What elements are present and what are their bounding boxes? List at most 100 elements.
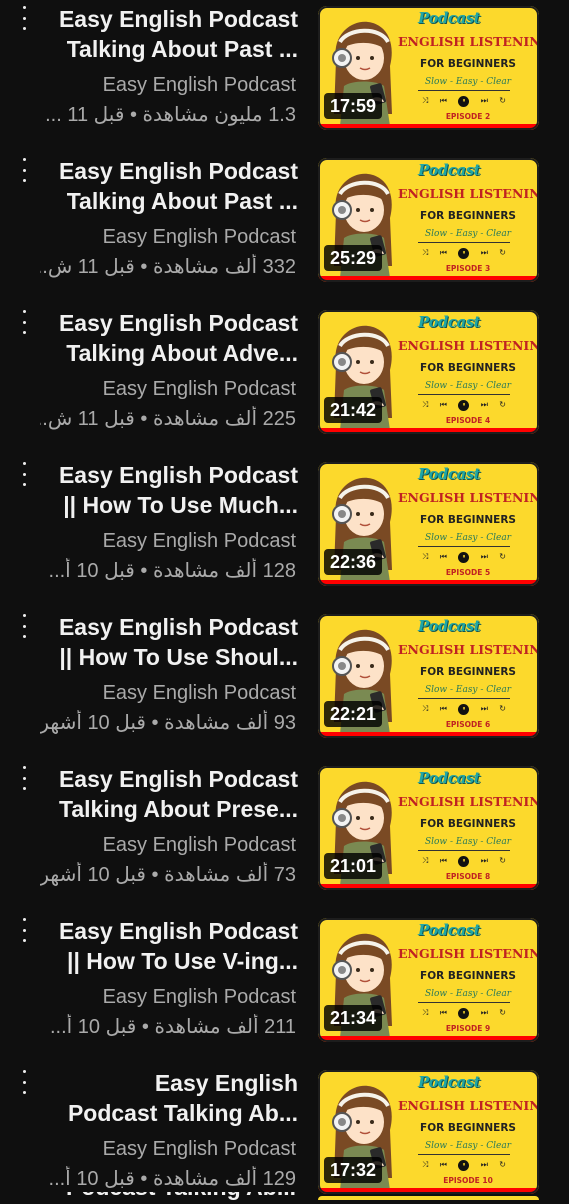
- channel-name[interactable]: Easy English Podcast: [44, 832, 296, 858]
- player-controls: ⤨ ⏮ ⏸ ⏭ ↻: [422, 1007, 506, 1019]
- next-icon: ⏭: [480, 400, 488, 409]
- video-thumbnail[interactable]: Podcast ENGLISH LISTENING FOR BEGINNERS …: [318, 6, 539, 130]
- video-item[interactable]: Easy English Podcast Talking About Adve.…: [0, 304, 569, 444]
- duration-badge: 21:34: [324, 1005, 383, 1031]
- pause-icon: ⏸: [458, 1159, 470, 1171]
- podcast-logo: Podcast: [418, 9, 481, 27]
- next-video-title-peek: Podcast Talking Ab...: [40, 1192, 296, 1200]
- video-thumbnail[interactable]: Podcast ENGLISH LISTENING FOR BEGINNERS …: [318, 766, 539, 890]
- channel-name[interactable]: Easy English Podcast: [44, 528, 296, 554]
- video-title[interactable]: Easy English Podcast Talking About Prese…: [44, 764, 298, 824]
- podcast-logo: Podcast: [418, 161, 481, 179]
- video-item[interactable]: Easy English Podcast Talking Ab... Easy …: [0, 1064, 569, 1204]
- thumbnail-subheading: FOR BEGINNERS: [420, 1122, 516, 1134]
- video-title[interactable]: Easy English Podcast Talking About Past …: [44, 4, 298, 64]
- shuffle-icon: ⤨: [422, 552, 429, 561]
- pause-icon: ⏸: [458, 703, 470, 715]
- player-controls: ⤨ ⏮ ⏸ ⏭ ↻: [422, 703, 506, 715]
- divider: [418, 90, 510, 91]
- more-options-icon[interactable]: [14, 614, 34, 638]
- previous-icon: ⏮: [439, 1008, 447, 1017]
- watch-progress-bar: [318, 276, 539, 282]
- episode-label: EPISODE 5: [445, 568, 491, 577]
- episode-label: EPISODE 2: [445, 112, 491, 121]
- player-controls: ⤨ ⏮ ⏸ ⏭ ↻: [422, 1159, 506, 1171]
- video-item[interactable]: Easy English Podcast Talking About Prese…: [0, 760, 569, 900]
- podcast-logo: Podcast: [418, 465, 481, 483]
- channel-name[interactable]: Easy English Podcast: [44, 72, 296, 98]
- divider: [418, 546, 510, 547]
- more-options-icon[interactable]: [14, 6, 34, 30]
- watch-progress-bar: [318, 580, 539, 586]
- podcast-logo: Podcast: [418, 313, 481, 331]
- channel-name[interactable]: Easy English Podcast: [44, 224, 296, 250]
- more-options-icon[interactable]: [14, 1070, 34, 1094]
- video-meta: 129 ألف مشاهدة • قبل 10 أ...: [48, 1168, 296, 1190]
- episode-label: EPISODE 10: [443, 1176, 493, 1185]
- thumbnail-tagline: Slow - Easy - Clear: [424, 533, 512, 543]
- channel-name[interactable]: Easy English Podcast: [44, 1136, 296, 1162]
- watch-progress-bar: [318, 884, 539, 890]
- video-item[interactable]: Easy English Podcast Talking About Past …: [0, 0, 569, 140]
- divider: [418, 394, 510, 395]
- video-thumbnail[interactable]: Podcast ENGLISH LISTENING FOR BEGINNERS …: [318, 310, 539, 434]
- repeat-icon: ↻: [499, 704, 506, 713]
- video-title[interactable]: Easy English Podcast || How To Use V-ing…: [44, 916, 298, 976]
- channel-name[interactable]: Easy English Podcast: [44, 376, 296, 402]
- video-meta: 1.3 مليون مشاهدة • قبل 11 ...: [45, 104, 296, 126]
- more-options-icon[interactable]: [14, 918, 34, 942]
- shuffle-icon: ⤨: [422, 248, 429, 257]
- video-item[interactable]: Easy English Podcast || How To Use V-ing…: [0, 912, 569, 1052]
- video-title[interactable]: Easy English Podcast Talking Ab...: [44, 1068, 298, 1128]
- thumbnail-heading: ENGLISH LISTENING: [398, 490, 539, 505]
- pause-icon: ⏸: [458, 1007, 470, 1019]
- next-icon: ⏭: [480, 1160, 488, 1169]
- divider: [418, 850, 510, 851]
- video-thumbnail[interactable]: Podcast ENGLISH LISTENING FOR BEGINNERS …: [318, 1070, 539, 1194]
- video-thumbnail[interactable]: Podcast ENGLISH LISTENING FOR BEGINNERS …: [318, 614, 539, 738]
- player-controls: ⤨ ⏮ ⏸ ⏭ ↻: [422, 247, 506, 259]
- video-title[interactable]: Easy English Podcast Talking About Past …: [44, 156, 298, 216]
- shuffle-icon: ⤨: [422, 1008, 429, 1017]
- video-item[interactable]: Easy English Podcast || How To Use Shoul…: [0, 608, 569, 748]
- video-thumbnail[interactable]: Podcast ENGLISH LISTENING FOR BEGINNERS …: [318, 918, 539, 1042]
- video-title-line: || How To Use V-ing...: [67, 948, 298, 974]
- video-meta: 93 ألف مشاهدة • قبل 10 أشهر: [40, 712, 296, 734]
- video-thumbnail[interactable]: Podcast ENGLISH LISTENING FOR BEGINNERS …: [318, 462, 539, 586]
- video-title[interactable]: Easy English Podcast Talking About Adve.…: [44, 308, 298, 368]
- watch-progress-bar: [318, 732, 539, 738]
- pause-icon: ⏸: [458, 855, 470, 867]
- video-meta: 211 ألف مشاهدة • قبل 10 أ...: [50, 1016, 296, 1038]
- video-thumbnail[interactable]: Podcast ENGLISH LISTENING FOR BEGINNERS …: [318, 158, 539, 282]
- video-item[interactable]: Easy English Podcast Talking About Past …: [0, 152, 569, 292]
- video-title-line: Easy English Podcast: [58, 918, 298, 944]
- more-options-icon[interactable]: [14, 766, 34, 790]
- thumbnail-subheading: FOR BEGINNERS: [420, 818, 516, 830]
- podcast-logo: Podcast: [418, 921, 481, 939]
- thumbnail-tagline: Slow - Easy - Clear: [424, 685, 512, 695]
- video-title-line: Easy English Podcast: [58, 462, 298, 488]
- repeat-icon: ↻: [499, 400, 506, 409]
- watch-progress-bar: [318, 428, 539, 434]
- repeat-icon: ↻: [499, 1008, 506, 1017]
- video-item[interactable]: Easy English Podcast || How To Use Much.…: [0, 456, 569, 596]
- video-title-line: Podcast Talking Ab...: [67, 1100, 298, 1126]
- repeat-icon: ↻: [499, 1160, 506, 1169]
- more-options-icon[interactable]: [14, 462, 34, 486]
- video-meta: 225 ألف مشاهدة • قبل 11 ش...: [40, 408, 296, 430]
- shuffle-icon: ⤨: [422, 1160, 429, 1169]
- video-title-line: Easy English: [154, 1070, 298, 1096]
- episode-label: EPISODE 4: [445, 416, 491, 425]
- more-options-icon[interactable]: [14, 310, 34, 334]
- video-title-line: Talking About Past ...: [66, 188, 298, 214]
- video-title[interactable]: Easy English Podcast || How To Use Shoul…: [44, 612, 298, 672]
- more-options-icon[interactable]: [14, 158, 34, 182]
- duration-badge: 17:32: [324, 1157, 383, 1183]
- previous-icon: ⏮: [439, 1160, 447, 1169]
- channel-name[interactable]: Easy English Podcast: [44, 680, 296, 706]
- channel-name[interactable]: Easy English Podcast: [44, 984, 296, 1010]
- next-video-title-line: Podcast Talking Ab...: [40, 1192, 296, 1200]
- repeat-icon: ↻: [499, 552, 506, 561]
- video-title-line: Easy English Podcast: [58, 614, 298, 640]
- video-title[interactable]: Easy English Podcast || How To Use Much.…: [44, 460, 298, 520]
